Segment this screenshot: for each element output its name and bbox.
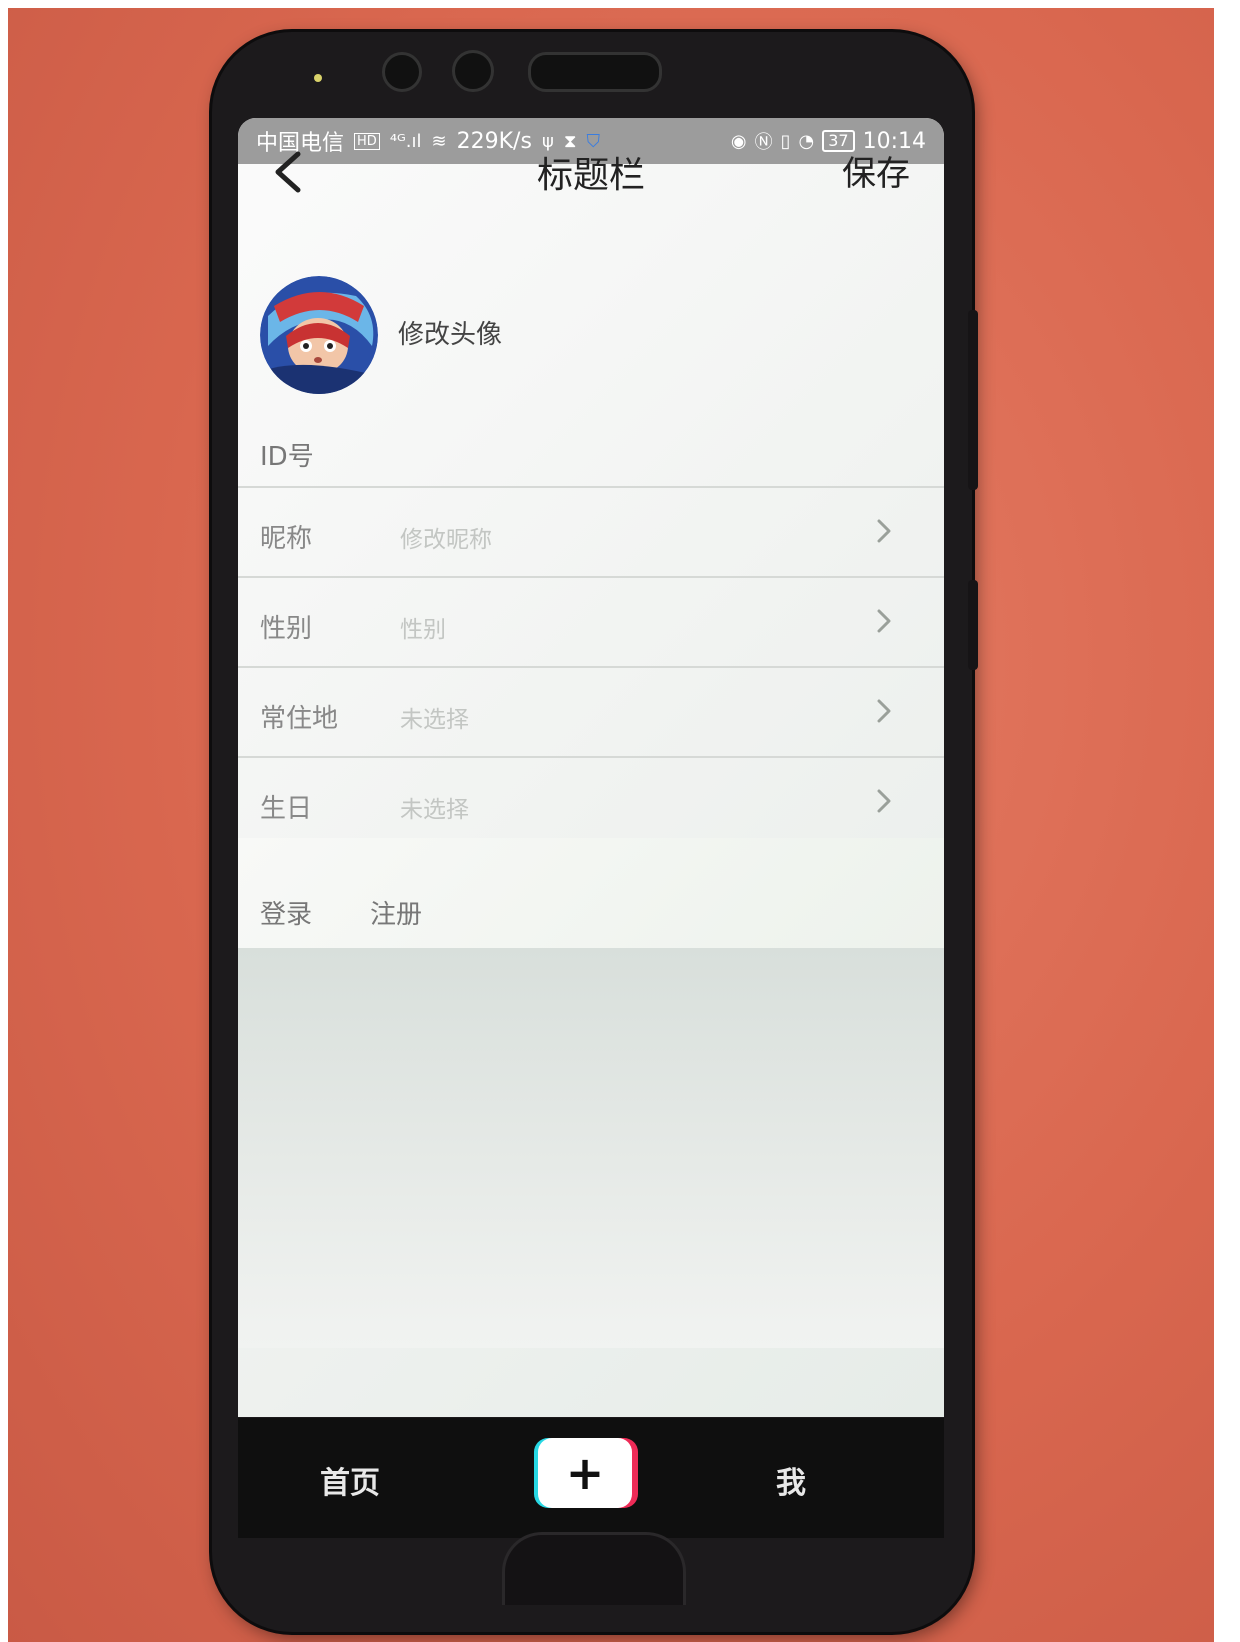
register-link[interactable]: 注册 <box>370 894 422 931</box>
sensor-dot <box>314 74 322 82</box>
change-avatar-label[interactable]: 修改头像 <box>398 314 502 351</box>
plus-icon: + <box>565 1446 605 1500</box>
form-row-label: 昵称 <box>260 524 313 554</box>
app-screen: 中国电信 HD ⁴ᴳ.ıl ≋ 229K/s ψ ⧗ ⛉ ◉ Ⓝ ▯ ◔ 37 … <box>238 118 944 1417</box>
id-label: ID号 <box>260 442 314 472</box>
tab-me[interactable]: 我 <box>776 1458 806 1502</box>
save-button[interactable]: 保存 <box>842 146 910 195</box>
page-title: 标题栏 <box>536 155 645 196</box>
chevron-right-icon <box>877 519 891 543</box>
chevron-right-icon <box>877 699 891 723</box>
form-row-label: 常住地 <box>260 704 339 734</box>
power-button <box>968 580 978 670</box>
avatar[interactable] <box>260 276 378 394</box>
add-button[interactable]: + <box>534 1438 638 1508</box>
residence-row[interactable]: 常住地 未选择 <box>238 666 944 756</box>
chevron-right-icon <box>877 789 891 813</box>
front-camera-icon <box>382 52 422 92</box>
form-row-value: 未选择 <box>400 707 469 733</box>
empty-content-area <box>238 948 944 1348</box>
login-link[interactable]: 登录 <box>260 894 312 931</box>
form-row-value: 未选择 <box>400 797 469 823</box>
avatar-row[interactable]: 修改头像 <box>238 268 944 398</box>
birthday-row[interactable]: 生日 未选择 <box>238 756 944 848</box>
volume-button <box>968 310 978 490</box>
home-button[interactable] <box>502 1532 686 1605</box>
avatar-image <box>260 276 378 394</box>
form-row-label: 生日 <box>260 794 313 824</box>
auth-area: 登录 注册 <box>238 838 944 948</box>
form-row-value: 修改昵称 <box>400 527 492 553</box>
form-row-label: 性别 <box>260 614 313 644</box>
profile-form: 昵称 修改昵称 性别 性别 常住地 未选择 生日 未选择 <box>238 486 944 848</box>
front-camera-icon <box>452 50 494 92</box>
bottom-tab-bar: 首页 + 我 <box>238 1418 944 1538</box>
nickname-row[interactable]: 昵称 修改昵称 <box>238 486 944 576</box>
tab-home[interactable]: 首页 <box>320 1458 380 1502</box>
form-row-value: 性别 <box>400 617 446 643</box>
chevron-right-icon <box>877 609 891 633</box>
gender-row[interactable]: 性别 性别 <box>238 576 944 666</box>
title-bar: 标题栏 保存 <box>238 138 944 202</box>
earpiece-speaker <box>528 52 662 92</box>
